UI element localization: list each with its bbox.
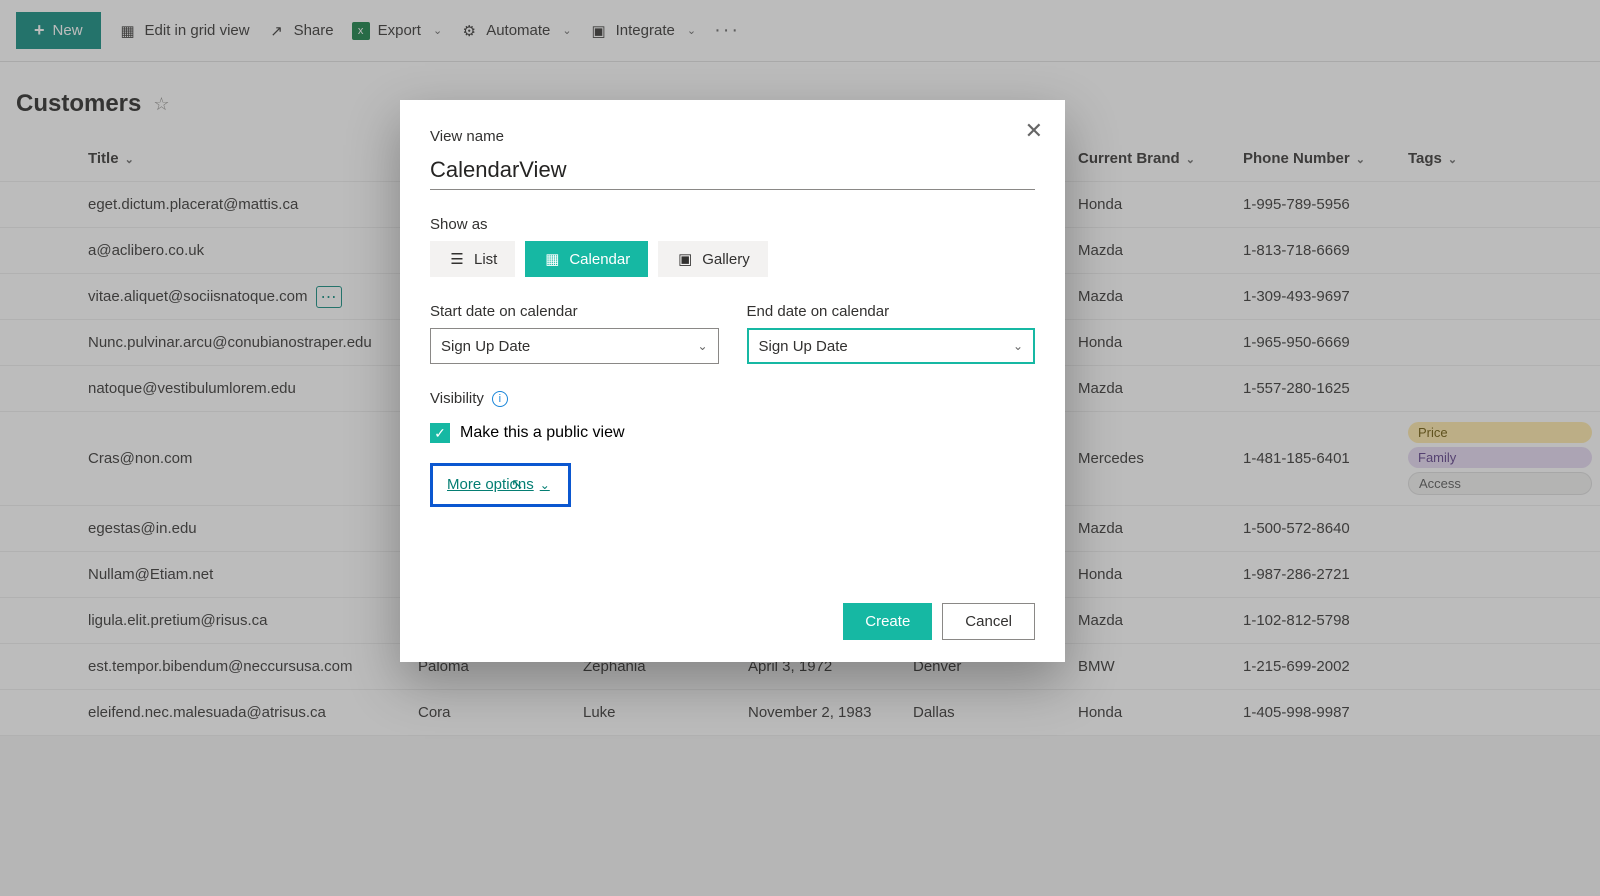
end-date-label: End date on calendar	[747, 303, 1036, 320]
cursor-icon: ↖	[511, 475, 524, 493]
visibility-label: Visibility	[430, 390, 484, 407]
show-as-gallery-label: Gallery	[702, 251, 750, 268]
more-options-highlight: More options ⌄ ↖	[430, 463, 571, 507]
chevron-down-icon: ⌄	[1013, 339, 1023, 353]
more-options-link[interactable]: More options ⌄ ↖	[447, 476, 550, 493]
close-icon: ✕	[1025, 118, 1043, 143]
create-button[interactable]: Create	[843, 603, 932, 640]
gallery-icon: ▣	[676, 250, 694, 268]
end-date-select[interactable]: Sign Up Date ⌄	[747, 328, 1036, 364]
cancel-button[interactable]: Cancel	[942, 603, 1035, 640]
create-view-dialog: ✕ View name Show as ☰ List ▦ Calendar ▣ …	[400, 100, 1065, 662]
view-name-label: View name	[430, 128, 1035, 145]
show-as-list-label: List	[474, 251, 497, 268]
view-name-input[interactable]	[430, 153, 1035, 190]
public-view-checkbox[interactable]: ✓	[430, 423, 450, 443]
public-view-label: Make this a public view	[460, 424, 625, 442]
start-date-select[interactable]: Sign Up Date ⌄	[430, 328, 719, 364]
list-icon: ☰	[448, 250, 466, 268]
show-as-calendar[interactable]: ▦ Calendar	[525, 241, 648, 277]
show-as-calendar-label: Calendar	[569, 251, 630, 268]
show-as-gallery[interactable]: ▣ Gallery	[658, 241, 768, 277]
calendar-icon: ▦	[543, 250, 561, 268]
chevron-down-icon: ⌄	[540, 478, 550, 492]
info-icon[interactable]: i	[492, 391, 508, 407]
start-date-value: Sign Up Date	[441, 338, 530, 355]
close-button[interactable]: ✕	[1025, 118, 1043, 144]
chevron-down-icon: ⌄	[697, 339, 707, 353]
start-date-label: Start date on calendar	[430, 303, 719, 320]
show-as-options: ☰ List ▦ Calendar ▣ Gallery	[430, 241, 1035, 277]
end-date-value: Sign Up Date	[759, 338, 848, 355]
show-as-label: Show as	[430, 216, 1035, 233]
show-as-list[interactable]: ☰ List	[430, 241, 515, 277]
